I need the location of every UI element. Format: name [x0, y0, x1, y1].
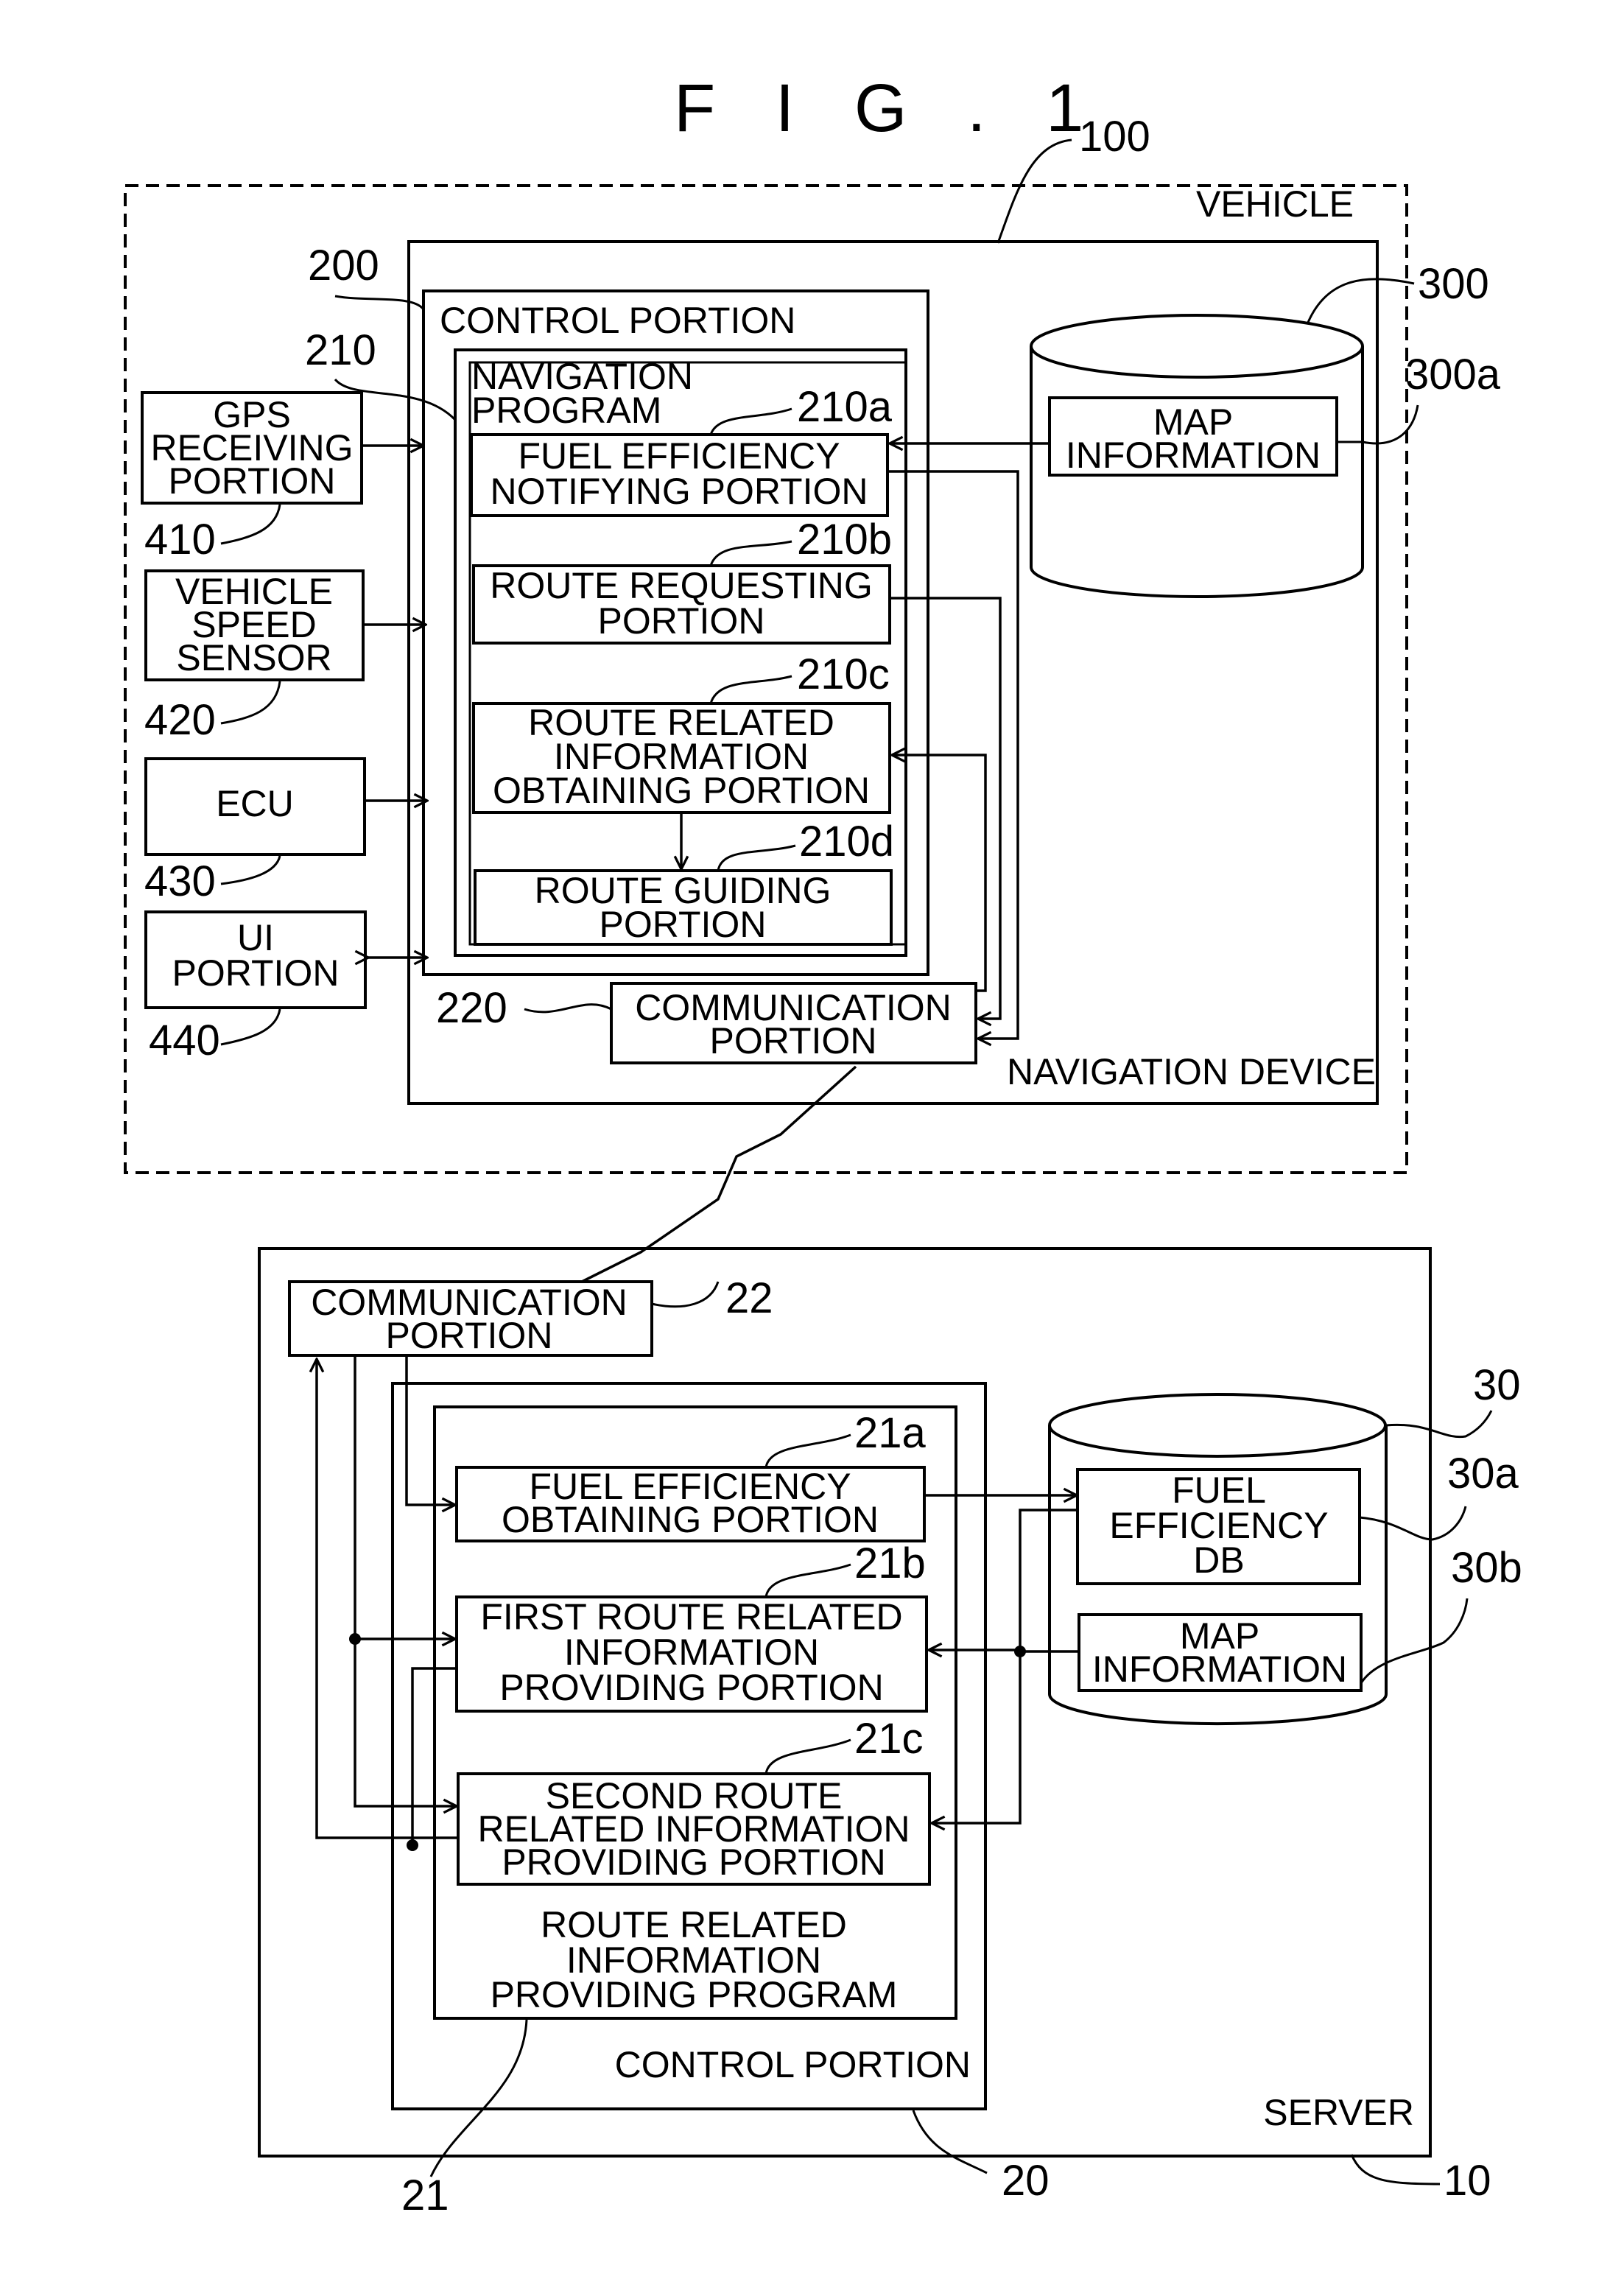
leader-30 [1385, 1410, 1493, 1439]
ref-410: 410 [144, 516, 216, 564]
module-210d-line2: PORTION [600, 904, 767, 945]
figure-title: F I G . 1 [674, 71, 1104, 146]
leader-210a [709, 407, 792, 435]
arrow-comm-to-21c [354, 1639, 457, 1806]
server-comm-line2: PORTION [386, 1315, 553, 1356]
junction-return [407, 1839, 418, 1851]
server-label: SERVER [1263, 2092, 1414, 2133]
leader-20 [912, 2110, 988, 2174]
leader-410 [220, 504, 281, 545]
program-line3: PROVIDING PROGRAM [491, 1974, 898, 2015]
ref-300a: 300a [1405, 351, 1501, 399]
ref-21: 21 [401, 2172, 449, 2219]
ref-220: 220 [436, 984, 507, 1032]
patent-diagram: F I G . 1 VEHICLE 100 NAVIGATION DEVICE … [124, 71, 1522, 2219]
ref-100: 100 [1079, 113, 1150, 161]
leader-21 [429, 2019, 528, 2177]
vehicle-label: VEHICLE [1196, 183, 1354, 225]
ref-21a: 21a [854, 1409, 927, 1457]
ref-30a: 30a [1447, 1450, 1519, 1498]
leader-100 [996, 138, 1072, 244]
arrow-comm-to-21a [405, 1357, 455, 1505]
leader-22 [651, 1281, 720, 1308]
leader-420 [220, 681, 281, 725]
ref-22: 22 [725, 1274, 773, 1322]
module-21c-line3: PROVIDING PORTION [502, 1842, 885, 1883]
gps-line3: PORTION [169, 460, 336, 502]
vehicle-map-line2: INFORMATION [1066, 435, 1321, 476]
ecu-label: ECU [216, 783, 294, 824]
ref-30b: 30b [1451, 1544, 1522, 1592]
ref-10: 10 [1444, 2157, 1491, 2205]
server-control-portion-label: CONTROL PORTION [615, 2044, 971, 2085]
junction-db [1014, 1646, 1026, 1657]
ref-210a: 210a [797, 383, 893, 431]
leader-10 [1350, 2154, 1441, 2186]
module-21b-line3: PROVIDING PORTION [499, 1667, 883, 1708]
ref-210b: 210b [797, 516, 892, 564]
arrow-comm-to-21b [354, 1357, 455, 1639]
module-210c-line3: OBTAINING PORTION [493, 770, 870, 811]
ref-300: 300 [1418, 260, 1489, 308]
fuel-db-line3: DB [1193, 1540, 1244, 1581]
ref-21b: 21b [854, 1540, 926, 1587]
leader-21c [764, 1738, 851, 1774]
control-portion-label: CONTROL PORTION [440, 300, 795, 341]
ref-210d: 210d [799, 818, 894, 866]
leader-210d [717, 844, 796, 871]
module-210b-line2: PORTION [598, 600, 765, 642]
speed-line3: SENSOR [176, 637, 331, 678]
leader-21a [764, 1433, 851, 1468]
ref-30: 30 [1473, 1361, 1521, 1409]
vehicle-comm-line2: PORTION [710, 1020, 877, 1061]
leader-210b [709, 540, 792, 566]
leader-300 [1306, 278, 1415, 325]
navigation-program-label-2: PROGRAM [471, 390, 661, 431]
ref-210c: 210c [797, 650, 890, 698]
ref-440: 440 [149, 1017, 220, 1064]
ref-200: 200 [308, 242, 379, 289]
ref-430: 430 [144, 857, 216, 905]
leader-21b [764, 1563, 851, 1598]
leader-440 [220, 1008, 281, 1046]
server-map-line2: INFORMATION [1092, 1649, 1347, 1690]
leader-430 [220, 855, 281, 885]
ref-210: 210 [305, 326, 376, 374]
navigation-device-label: NAVIGATION DEVICE [1007, 1051, 1376, 1092]
module-21a-line2: OBTAINING PORTION [502, 1499, 879, 1540]
ref-420: 420 [144, 696, 216, 744]
leader-220 [524, 1003, 612, 1014]
ref-21c: 21c [854, 1715, 924, 1763]
module-210a-line2: NOTIFYING PORTION [491, 471, 868, 512]
leader-210c [709, 675, 792, 704]
ref-20: 20 [1002, 2157, 1050, 2205]
ui-line2: PORTION [172, 952, 340, 994]
